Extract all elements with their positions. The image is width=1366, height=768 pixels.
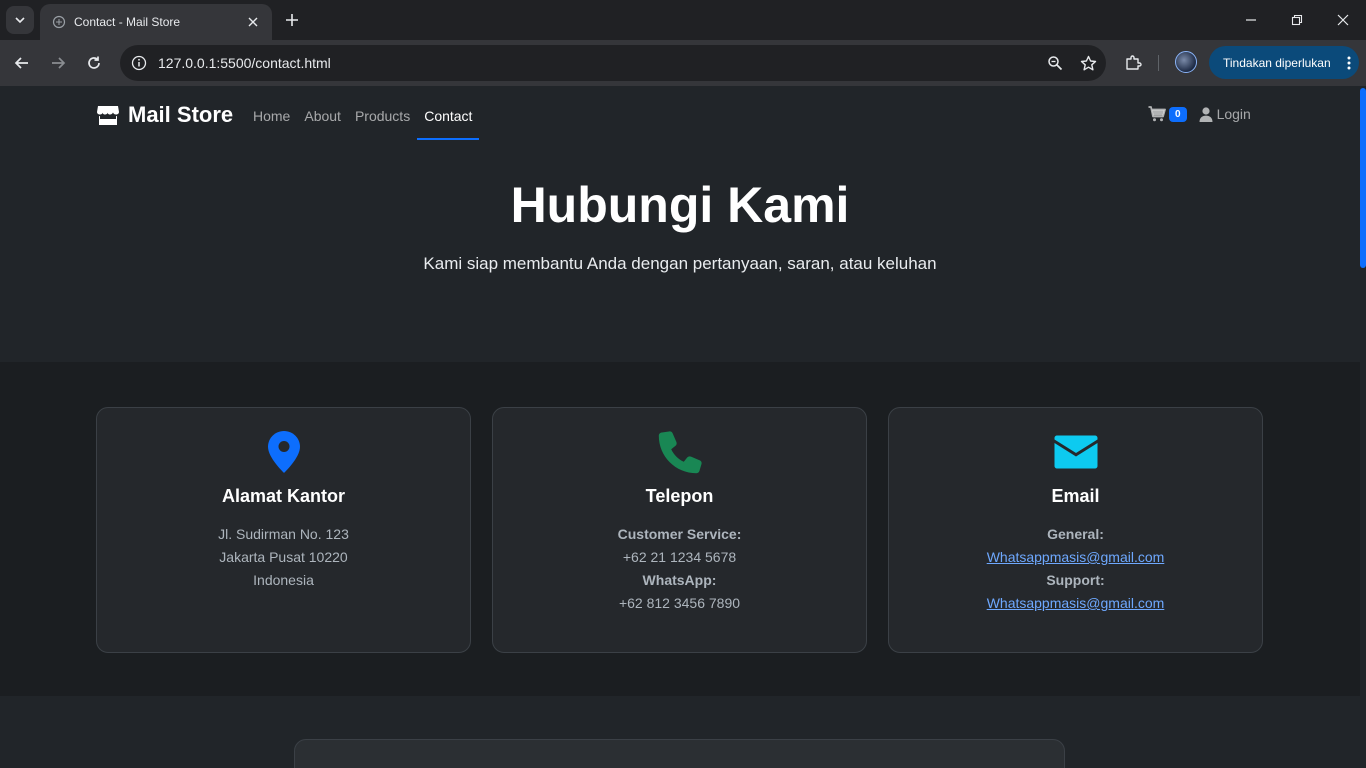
user-icon <box>1199 106 1213 122</box>
address-bar[interactable]: 127.0.0.1:5500/contact.html <box>120 45 1106 81</box>
page-viewport: Mail Store Home About Products Contact 0 <box>0 86 1366 768</box>
more-vertical-icon[interactable] <box>1339 56 1359 70</box>
address-card: Alamat Kantor Jl. Sudirman No. 123 Jakar… <box>96 407 471 653</box>
envelope-icon <box>1054 435 1097 469</box>
puzzle-icon <box>1126 55 1142 70</box>
general-email-label: General: <box>1047 526 1104 542</box>
profile-avatar[interactable] <box>1175 51 1197 73</box>
site-navbar: Mail Store Home About Products Contact 0 <box>0 86 1360 146</box>
browser-toolbar: 127.0.0.1:5500/contact.html Tindakan dip… <box>0 40 1366 86</box>
bookmark-star-icon[interactable] <box>1073 48 1103 78</box>
address-line-3: Indonesia <box>253 572 314 588</box>
site-info-icon[interactable] <box>129 53 149 73</box>
email-card-title: Email <box>1051 486 1100 506</box>
phone-icon <box>658 431 702 474</box>
email-card: Email General: Whatsappmasis@gmail.com S… <box>888 407 1263 653</box>
brand-link[interactable]: Mail Store <box>96 102 233 128</box>
customer-service-label: Customer Service: <box>617 526 742 542</box>
forward-button[interactable] <box>43 48 73 78</box>
cart-count-badge: 0 <box>1169 106 1187 122</box>
minimize-icon <box>1246 19 1256 21</box>
page-scrollbar[interactable] <box>1360 86 1366 768</box>
plus-icon <box>286 14 298 26</box>
contact-info-section: Alamat Kantor Jl. Sudirman No. 123 Jakar… <box>0 362 1360 696</box>
address-line-2: Jakarta Pusat 10220 <box>219 549 348 565</box>
toolbar-divider <box>1158 55 1159 71</box>
page-subtitle: Kami siap membantu Anda dengan pertanyaa… <box>423 254 937 273</box>
brand-name: Mail Store <box>128 102 234 127</box>
hero-section: Hubungi Kami Kami siap membantu Anda den… <box>0 146 1360 362</box>
nav-link-home[interactable]: Home <box>246 104 297 128</box>
login-label: Login <box>1216 106 1251 122</box>
close-window-button[interactable] <box>1320 0 1366 40</box>
nav-link-products[interactable]: Products <box>348 104 417 128</box>
restore-button[interactable] <box>1274 0 1320 40</box>
zoom-icon[interactable] <box>1040 48 1070 78</box>
minimize-button[interactable] <box>1228 0 1274 40</box>
phone-card-title: Telepon <box>645 486 714 506</box>
general-email-link[interactable]: Whatsappmasis@gmail.com <box>987 549 1165 565</box>
cart-button[interactable]: 0 <box>1148 106 1187 122</box>
arrow-left-icon <box>14 57 28 69</box>
nav-link-contact[interactable]: Contact <box>417 104 480 140</box>
customer-service-number: +62 21 1234 5678 <box>622 549 737 565</box>
tab-favicon-icon <box>52 15 66 29</box>
scrollbar-thumb[interactable] <box>1360 88 1366 268</box>
url-text[interactable]: 127.0.0.1:5500/contact.html <box>158 55 1040 71</box>
browser-tabstrip: Contact - Mail Store <box>0 0 1366 40</box>
reload-button[interactable] <box>79 48 109 78</box>
extensions-button[interactable] <box>1118 48 1148 78</box>
back-button[interactable] <box>7 48 37 78</box>
phone-card: Telepon Customer Service: +62 21 1234 56… <box>492 407 867 653</box>
shopping-cart-icon <box>1148 106 1166 122</box>
login-link[interactable]: Login <box>1199 106 1251 122</box>
arrow-right-icon <box>52 57 66 69</box>
main-nav: Home About Products Contact <box>246 104 480 140</box>
address-line-1: Jl. Sudirman No. 123 <box>218 526 349 542</box>
tab-close-icon[interactable] <box>244 13 262 31</box>
action-required-label: Tindakan diperlukan <box>1223 55 1331 70</box>
chevron-down-icon <box>15 17 25 24</box>
address-card-title: Alamat Kantor <box>221 486 346 506</box>
restore-icon <box>1291 14 1303 26</box>
page-title: Hubungi Kami <box>510 177 850 233</box>
shop-icon <box>97 106 119 125</box>
whatsapp-number: +62 812 3456 7890 <box>618 595 741 611</box>
tab-search-button[interactable] <box>6 6 34 34</box>
browser-tab[interactable]: Contact - Mail Store <box>40 4 272 40</box>
support-email-label: Support: <box>1046 572 1105 588</box>
map-pin-icon <box>267 431 300 473</box>
close-icon <box>1337 14 1349 26</box>
support-email-link[interactable]: Whatsappmasis@gmail.com <box>987 595 1165 611</box>
nav-actions: 0 Login <box>1148 106 1251 122</box>
nav-link-about[interactable]: About <box>297 104 348 128</box>
whatsapp-label: WhatsApp: <box>642 572 717 588</box>
new-tab-button[interactable] <box>280 8 304 32</box>
reload-icon <box>88 56 100 69</box>
action-required-button[interactable]: Tindakan diperlukan <box>1209 46 1359 79</box>
tab-title: Contact - Mail Store <box>74 15 181 29</box>
contact-form-card <box>294 739 1065 768</box>
